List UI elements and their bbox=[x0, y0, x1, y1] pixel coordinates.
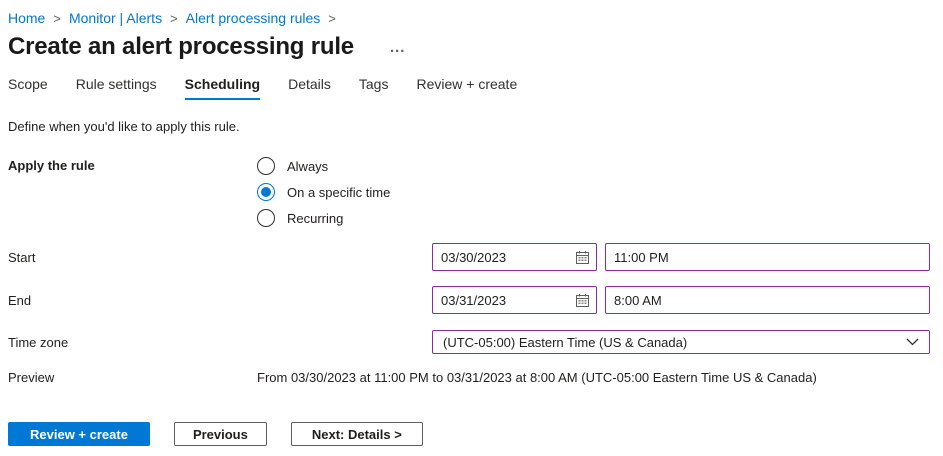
apply-rule-label: Apply the rule bbox=[8, 153, 257, 179]
radio-label: Recurring bbox=[287, 211, 343, 226]
end-date-wrap bbox=[432, 286, 597, 314]
create-alert-processing-rule-page: Home>Monitor | Alerts>Alert processing r… bbox=[0, 0, 943, 446]
breadcrumb-separator: > bbox=[320, 11, 344, 26]
radio-selected-icon bbox=[257, 183, 275, 201]
preview-text: From 03/30/2023 at 11:00 PM to 03/31/202… bbox=[257, 370, 817, 385]
end-controls bbox=[257, 286, 930, 314]
start-row: Start bbox=[8, 243, 935, 271]
end-label: End bbox=[8, 293, 257, 308]
radio-label: Always bbox=[287, 159, 328, 174]
tab-rule-settings[interactable]: Rule settings bbox=[76, 76, 157, 100]
apply-rule-row: Apply the rule Always On a specific time… bbox=[8, 153, 935, 231]
tab-scope[interactable]: Scope bbox=[8, 76, 48, 100]
start-time-input[interactable] bbox=[605, 243, 930, 271]
breadcrumb: Home>Monitor | Alerts>Alert processing r… bbox=[8, 10, 935, 26]
start-label: Start bbox=[8, 250, 257, 265]
footer-actions: Review + create Previous Next: Details > bbox=[8, 422, 935, 446]
breadcrumb-home-link[interactable]: Home bbox=[8, 10, 45, 26]
more-options-icon[interactable]: ... bbox=[386, 40, 410, 55]
timezone-select[interactable]: (UTC-05:00) Eastern Time (US & Canada) bbox=[432, 330, 930, 354]
breadcrumb-alert-processing-rules-link[interactable]: Alert processing rules bbox=[186, 10, 321, 26]
start-controls bbox=[257, 243, 930, 271]
tab-bar: Scope Rule settings Scheduling Details T… bbox=[8, 76, 935, 100]
breadcrumb-separator: > bbox=[45, 11, 69, 26]
tab-details[interactable]: Details bbox=[288, 76, 331, 100]
timezone-label: Time zone bbox=[8, 335, 257, 350]
apply-rule-radio-group: Always On a specific time Recurring bbox=[257, 153, 390, 231]
start-date-wrap bbox=[432, 243, 597, 271]
radio-label: On a specific time bbox=[287, 185, 390, 200]
start-date-input[interactable] bbox=[432, 243, 597, 271]
end-date-input[interactable] bbox=[432, 286, 597, 314]
timezone-row: Time zone (UTC-05:00) Eastern Time (US &… bbox=[8, 330, 935, 354]
chevron-down-icon bbox=[906, 338, 919, 346]
end-row: End bbox=[8, 286, 935, 314]
timezone-controls: (UTC-05:00) Eastern Time (US & Canada) bbox=[257, 330, 930, 354]
tab-tags[interactable]: Tags bbox=[359, 76, 389, 100]
page-title: Create an alert processing rule bbox=[8, 33, 354, 61]
radio-option-always[interactable]: Always bbox=[257, 153, 390, 179]
radio-option-recurring[interactable]: Recurring bbox=[257, 205, 390, 231]
scheduling-description: Define when you'd like to apply this rul… bbox=[8, 119, 935, 134]
tab-review-create[interactable]: Review + create bbox=[416, 76, 517, 100]
tab-scheduling[interactable]: Scheduling bbox=[185, 76, 260, 100]
preview-label: Preview bbox=[8, 370, 257, 385]
radio-icon bbox=[257, 157, 275, 175]
radio-option-on-specific-time[interactable]: On a specific time bbox=[257, 179, 390, 205]
title-row: Create an alert processing rule ... bbox=[8, 33, 935, 61]
preview-row: Preview From 03/30/2023 at 11:00 PM to 0… bbox=[8, 370, 935, 385]
breadcrumb-separator: > bbox=[162, 11, 186, 26]
radio-icon bbox=[257, 209, 275, 227]
breadcrumb-monitor-alerts-link[interactable]: Monitor | Alerts bbox=[69, 10, 162, 26]
end-time-input[interactable] bbox=[605, 286, 930, 314]
timezone-selected-value: (UTC-05:00) Eastern Time (US & Canada) bbox=[443, 335, 687, 350]
review-create-button[interactable]: Review + create bbox=[8, 422, 150, 446]
previous-button[interactable]: Previous bbox=[174, 422, 267, 446]
next-details-button[interactable]: Next: Details > bbox=[291, 422, 423, 446]
